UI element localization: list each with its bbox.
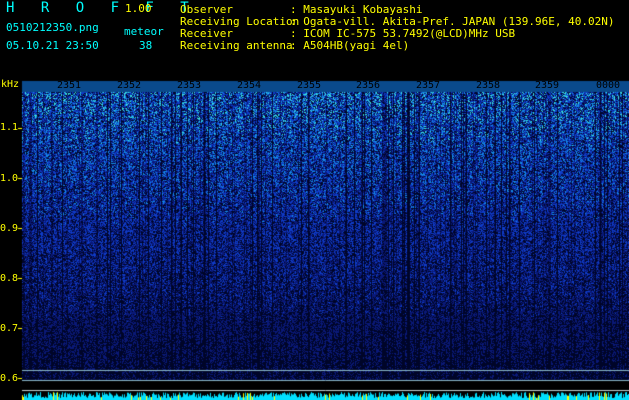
tick-label-1.1: 1.1 [0, 122, 19, 133]
app-version: 1.00 [125, 2, 152, 15]
time-label-0000: 0000 [596, 80, 621, 91]
time-label-2355: 2355 [297, 80, 322, 91]
tick-label-0.8: 0.8 [0, 273, 19, 284]
meteor-count: 38 [139, 39, 153, 52]
time-label-2354: 2354 [237, 80, 262, 91]
time-label-2352: 2352 [117, 80, 142, 91]
spectrogram-canvas [0, 78, 629, 400]
tick-label-0.9: 0.9 [0, 223, 19, 234]
time-label-2358: 2358 [476, 80, 501, 91]
time-label-2359: 2359 [535, 80, 560, 91]
tick-label-1.0: 1.0 [0, 173, 19, 184]
tick-label-0.7: 0.7 [0, 323, 19, 334]
header-panel: H R O F F T 1.00 0510212350.png 05.10.21… [0, 0, 629, 78]
meteor-label: meteor [124, 25, 164, 38]
app-title: H R O F F T [6, 0, 198, 16]
time-label-2357: 2357 [416, 80, 441, 91]
tick-label-0.6: 0.6 [0, 373, 19, 384]
time-label-2351: 2351 [57, 80, 82, 91]
antenna-value: : A504HB(yagi 4el) [290, 39, 410, 52]
time-label-2353: 2353 [177, 80, 202, 91]
antenna-label: Receiving antenna [180, 39, 293, 52]
datetime-label: 05.10.21 23:50 [6, 39, 99, 52]
axis-unit-label: kHz [1, 79, 20, 90]
time-label-2356: 2356 [356, 80, 381, 91]
filename-label: 0510212350.png [6, 21, 99, 34]
